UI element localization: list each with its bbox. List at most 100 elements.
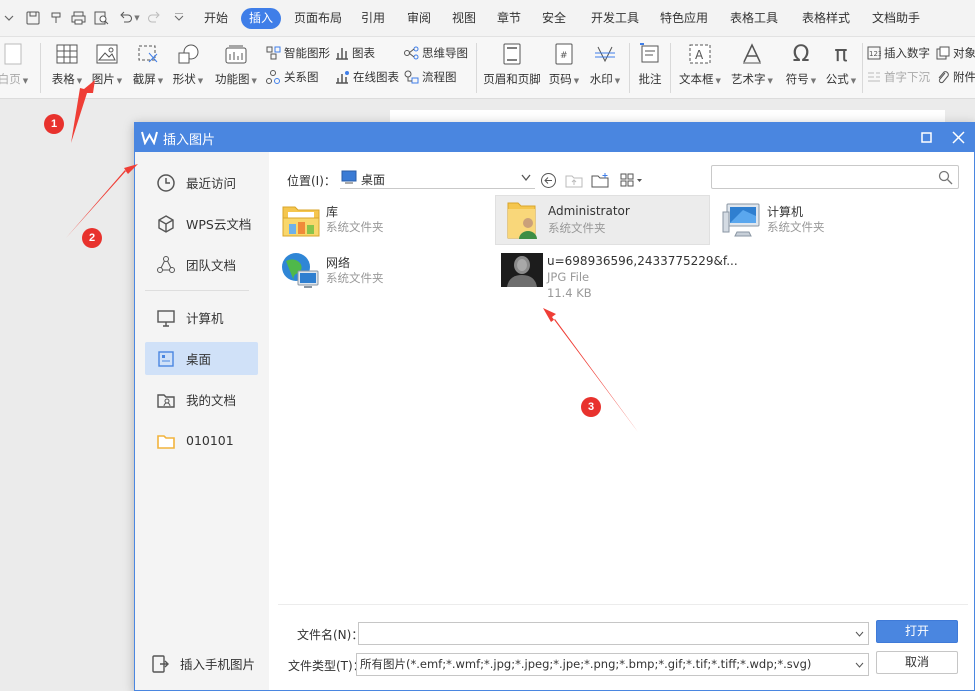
sidebar-item-team-docs[interactable]: 团队文档 <box>145 248 258 281</box>
flow-chart-button[interactable]: 流程图 <box>404 68 457 86</box>
sidebar-item-label: 最近访问 <box>186 176 237 191</box>
sidebar-item-computer[interactable]: 计算机 <box>145 301 258 334</box>
flow-chart-label: 流程图 <box>422 70 457 84</box>
tab-table-tools[interactable]: 表格工具 <box>730 8 778 29</box>
undo-dropdown-icon[interactable]: ▼ <box>132 9 140 27</box>
comment-button[interactable]: 批注 <box>636 41 664 87</box>
tab-developer[interactable]: 开发工具 <box>591 8 639 29</box>
function-chart-label: 功能图 <box>215 72 250 86</box>
wps-logo-icon <box>141 131 158 145</box>
desktop-icon <box>158 350 174 367</box>
tab-security[interactable]: 安全 <box>542 8 566 29</box>
text-box-button[interactable]: A 文本框 ▼ <box>678 41 722 87</box>
tab-special-apps[interactable]: 特色应用 <box>660 8 708 29</box>
relation-chart-button[interactable]: 关系图 <box>266 68 319 86</box>
table-icon <box>50 41 84 67</box>
maximize-icon[interactable] <box>919 130 934 145</box>
shape-icon <box>171 41 205 67</box>
shape-button[interactable]: 形状 ▼ <box>171 41 205 87</box>
filename-input[interactable] <box>358 622 869 645</box>
online-chart-button[interactable]: 在线图表 <box>335 68 399 86</box>
location-value: 桌面 <box>361 173 386 187</box>
tab-review[interactable]: 审阅 <box>407 8 431 29</box>
tab-table-style[interactable]: 表格样式 <box>802 8 850 29</box>
arrow-2 <box>66 164 138 238</box>
attachment-button[interactable]: 附件 <box>936 68 975 86</box>
tab-start[interactable]: 开始 <box>204 8 228 29</box>
annotation-marker-3: 3 <box>581 397 601 417</box>
insert-mobile-picture-button[interactable]: 插入手机图片 <box>139 647 264 680</box>
file-name: u=698936596,2433775229&f... <box>547 254 738 268</box>
customize-toolbar-icon[interactable] <box>170 9 188 27</box>
tab-doc-assistant[interactable]: 文档助手 <box>872 8 920 29</box>
chart-button[interactable]: 图表 <box>335 44 375 62</box>
smart-art-button[interactable]: 智能图形 <box>266 44 330 62</box>
ribbon-separator <box>476 43 477 93</box>
function-chart-icon <box>214 41 258 67</box>
file-item-computer[interactable]: 计算机 系统文件夹 <box>715 195 930 245</box>
tab-page-layout[interactable]: 页面布局 <box>294 8 342 29</box>
computer-icon <box>722 203 760 237</box>
new-folder-icon[interactable] <box>591 171 609 189</box>
sidebar-item-desktop[interactable]: 桌面 <box>145 342 258 375</box>
insert-number-button[interactable]: 123 插入数字 <box>867 44 930 62</box>
close-icon[interactable] <box>951 130 966 145</box>
header-footer-button[interactable]: 页眉和页脚 <box>483 41 541 87</box>
file-item-library[interactable]: 库 系统文件夹 <box>274 195 489 245</box>
file-name: 网络 <box>326 256 351 270</box>
phone-export-icon <box>152 654 169 673</box>
cancel-button[interactable]: 取消 <box>876 651 958 674</box>
function-chart-button[interactable]: 功能图 ▼ <box>214 41 258 87</box>
file-item-administrator[interactable]: Administrator 系统文件夹 <box>495 195 710 245</box>
svg-text:A: A <box>695 48 704 62</box>
insert-picture-dialog: 插入图片 最近访问 WPS云文档 团队文档 计算机 桌面 我的文档 010101… <box>134 122 975 691</box>
picture-button[interactable]: 图片 ▼ <box>90 41 124 87</box>
object-button[interactable]: 对象 <box>936 44 975 62</box>
sidebar-item-wps-cloud[interactable]: WPS云文档 <box>145 207 258 240</box>
mind-map-button[interactable]: 思维导图 <box>404 44 468 62</box>
tab-reference[interactable]: 引用 <box>361 8 385 29</box>
save-icon[interactable] <box>24 9 42 27</box>
format-painter-icon[interactable] <box>47 9 65 27</box>
view-mode-icon[interactable] <box>619 171 645 189</box>
sidebar-item-my-documents[interactable]: 我的文档 <box>145 383 258 416</box>
redo-icon[interactable] <box>145 9 163 27</box>
svg-text:123: 123 <box>869 50 881 58</box>
table-button[interactable]: 表格 ▼ <box>50 41 84 87</box>
tab-insert[interactable]: 插入 <box>241 8 282 29</box>
sidebar-item-folder-010101[interactable]: 010101 <box>145 424 258 457</box>
blank-page-button[interactable]: 白页 ▼ <box>0 41 32 87</box>
file-item-jpg[interactable]: u=698936596,2433775229&f... JPG File 11.… <box>495 246 738 302</box>
file-type: JPG File <box>547 270 590 284</box>
symbol-button[interactable]: Ω 符号 ▼ <box>784 41 818 87</box>
clock-icon <box>157 173 175 192</box>
file-item-network[interactable]: 网络 系统文件夹 <box>274 246 489 296</box>
print-icon[interactable] <box>69 9 87 27</box>
tab-chapter[interactable]: 章节 <box>497 8 521 29</box>
page-number-button[interactable]: # 页码 ▼ <box>547 41 581 87</box>
back-icon[interactable] <box>539 171 557 189</box>
search-icon <box>938 170 953 185</box>
watermark-button[interactable]: 水印 ▼ <box>588 41 622 87</box>
open-button[interactable]: 打开 <box>876 620 958 643</box>
drop-cap-button[interactable]: 首字下沉 <box>867 68 930 86</box>
insert-mobile-picture-label: 插入手机图片 <box>180 657 256 672</box>
sidebar-item-recent[interactable]: 最近访问 <box>145 166 258 199</box>
sidebar-item-label: WPS云文档 <box>186 217 252 232</box>
page-number-label: 页码 <box>548 72 572 86</box>
location-dropdown[interactable]: 桌面 <box>340 167 535 189</box>
symbol-label: 符号 <box>785 72 809 86</box>
word-art-button[interactable]: 艺术字 ▼ <box>729 41 775 87</box>
tab-view[interactable]: 视图 <box>452 8 476 29</box>
dialog-title-bar[interactable]: 插入图片 <box>135 123 974 152</box>
print-preview-icon[interactable] <box>92 9 110 27</box>
chevron-down-icon[interactable] <box>0 9 18 27</box>
formula-button[interactable]: π 公式 ▼ <box>824 41 858 87</box>
annotation-marker-1: 1 <box>44 114 64 134</box>
filetype-select[interactable]: 所有图片(*.emf;*.wmf;*.jpg;*.jpeg;*.jpe;*.pn… <box>356 653 869 676</box>
search-input[interactable] <box>711 165 959 189</box>
annotation-marker-2: 2 <box>82 228 102 248</box>
screenshot-button[interactable]: 截屏 ▼ <box>131 41 165 87</box>
shape-label: 形状 <box>172 72 196 86</box>
library-folder-icon <box>282 206 320 237</box>
